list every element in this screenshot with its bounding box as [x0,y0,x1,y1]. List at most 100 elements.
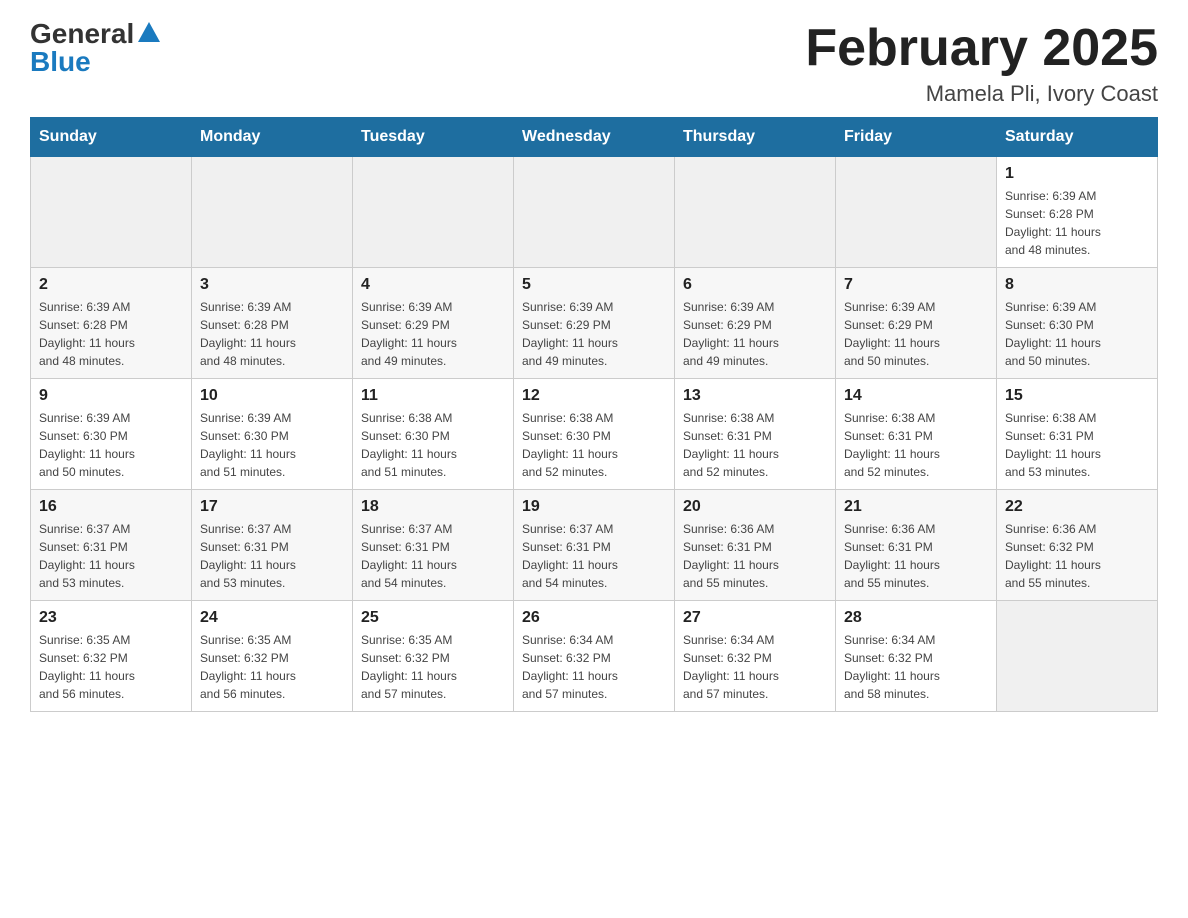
day-detail: Sunrise: 6:39 AMSunset: 6:30 PMDaylight:… [200,409,344,481]
calendar-cell: 26 Sunrise: 6:34 AMSunset: 6:32 PMDayligh… [514,601,675,712]
header-wednesday: Wednesday [514,118,675,157]
day-number: 7 [844,276,988,294]
day-detail: Sunrise: 6:35 AMSunset: 6:32 PMDaylight:… [200,631,344,703]
calendar-cell: 16 Sunrise: 6:37 AMSunset: 6:31 PMDayligh… [31,490,192,601]
day-detail: Sunrise: 6:34 AMSunset: 6:32 PMDaylight:… [844,631,988,703]
calendar-cell: 2 Sunrise: 6:39 AMSunset: 6:28 PMDaylight… [31,268,192,379]
day-detail: Sunrise: 6:39 AMSunset: 6:29 PMDaylight:… [361,298,505,370]
logo-triangle-icon [138,22,160,42]
calendar-cell: 3Sunrise: 6:39 AMSunset: 6:28 PMDaylight… [192,268,353,379]
calendar-cell: 8 Sunrise: 6:39 AMSunset: 6:30 PMDaylight… [997,268,1158,379]
day-detail: Sunrise: 6:34 AMSunset: 6:32 PMDaylight:… [522,631,666,703]
calendar-cell [192,157,353,268]
day-detail: Sunrise: 6:36 AMSunset: 6:31 PMDaylight:… [683,520,827,592]
calendar-cell: 10 Sunrise: 6:39 AMSunset: 6:30 PMDayligh… [192,379,353,490]
day-detail: Sunrise: 6:39 AMSunset: 6:30 PMDaylight:… [1005,298,1149,370]
day-number: 11 [361,387,505,405]
day-number: 12 [522,387,666,405]
day-number: 6 [683,276,827,294]
day-number: 5 [522,276,666,294]
calendar-cell: 19Sunrise: 6:37 AMSunset: 6:31 PMDayligh… [514,490,675,601]
calendar-cell [31,157,192,268]
day-detail: Sunrise: 6:38 AMSunset: 6:30 PMDaylight:… [361,409,505,481]
calendar-cell: 22 Sunrise: 6:36 AMSunset: 6:32 PMDayligh… [997,490,1158,601]
calendar-cell [675,157,836,268]
day-detail: Sunrise: 6:38 AMSunset: 6:31 PMDaylight:… [683,409,827,481]
day-number: 22 [1005,498,1149,516]
day-number: 1 [1005,165,1149,183]
calendar-week-0: 1 Sunrise: 6:39 AMSunset: 6:28 PMDaylight… [31,157,1158,268]
calendar-cell [836,157,997,268]
calendar-week-3: 16 Sunrise: 6:37 AMSunset: 6:31 PMDayligh… [31,490,1158,601]
calendar-header: Sunday Monday Tuesday Wednesday Thursday… [31,118,1158,157]
calendar-cell: 23 Sunrise: 6:35 AMSunset: 6:32 PMDayligh… [31,601,192,712]
day-number: 25 [361,609,505,627]
day-detail: Sunrise: 6:34 AMSunset: 6:32 PMDaylight:… [683,631,827,703]
calendar-cell [514,157,675,268]
calendar-cell: 27Sunrise: 6:34 AMSunset: 6:32 PMDayligh… [675,601,836,712]
day-detail: Sunrise: 6:37 AMSunset: 6:31 PMDaylight:… [522,520,666,592]
calendar-cell: 15Sunrise: 6:38 AMSunset: 6:31 PMDayligh… [997,379,1158,490]
day-detail: Sunrise: 6:37 AMSunset: 6:31 PMDaylight:… [200,520,344,592]
logo-blue-text: Blue [30,48,91,76]
calendar-cell: 28 Sunrise: 6:34 AMSunset: 6:32 PMDayligh… [836,601,997,712]
day-detail: Sunrise: 6:39 AMSunset: 6:29 PMDaylight:… [683,298,827,370]
month-title: February 2025 [805,20,1158,77]
day-detail: Sunrise: 6:38 AMSunset: 6:30 PMDaylight:… [522,409,666,481]
day-number: 28 [844,609,988,627]
calendar-cell: 20 Sunrise: 6:36 AMSunset: 6:31 PMDayligh… [675,490,836,601]
day-number: 9 [39,387,183,405]
calendar-cell: 21Sunrise: 6:36 AMSunset: 6:31 PMDayligh… [836,490,997,601]
header-saturday: Saturday [997,118,1158,157]
day-detail: Sunrise: 6:36 AMSunset: 6:32 PMDaylight:… [1005,520,1149,592]
logo-general-text: General [30,20,134,48]
day-detail: Sunrise: 6:39 AMSunset: 6:30 PMDaylight:… [39,409,183,481]
day-number: 16 [39,498,183,516]
calendar-cell: 1 Sunrise: 6:39 AMSunset: 6:28 PMDaylight… [997,157,1158,268]
day-detail: Sunrise: 6:38 AMSunset: 6:31 PMDaylight:… [1005,409,1149,481]
day-number: 17 [200,498,344,516]
day-number: 14 [844,387,988,405]
calendar-cell: 9 Sunrise: 6:39 AMSunset: 6:30 PMDaylight… [31,379,192,490]
header-monday: Monday [192,118,353,157]
day-number: 10 [200,387,344,405]
calendar-cell: 5 Sunrise: 6:39 AMSunset: 6:29 PMDaylight… [514,268,675,379]
page-header: General Blue February 2025 Mamela Pli, I… [30,20,1158,107]
calendar-cell: 17 Sunrise: 6:37 AMSunset: 6:31 PMDayligh… [192,490,353,601]
day-detail: Sunrise: 6:39 AMSunset: 6:28 PMDaylight:… [200,298,344,370]
calendar-week-1: 2 Sunrise: 6:39 AMSunset: 6:28 PMDaylight… [31,268,1158,379]
header-friday: Friday [836,118,997,157]
calendar-cell: 25Sunrise: 6:35 AMSunset: 6:32 PMDayligh… [353,601,514,712]
calendar-cell: 13 Sunrise: 6:38 AMSunset: 6:31 PMDayligh… [675,379,836,490]
day-number: 13 [683,387,827,405]
day-number: 18 [361,498,505,516]
day-detail: Sunrise: 6:37 AMSunset: 6:31 PMDaylight:… [39,520,183,592]
day-number: 2 [39,276,183,294]
day-detail: Sunrise: 6:37 AMSunset: 6:31 PMDaylight:… [361,520,505,592]
calendar-cell: 18 Sunrise: 6:37 AMSunset: 6:31 PMDayligh… [353,490,514,601]
day-number: 23 [39,609,183,627]
day-number: 26 [522,609,666,627]
day-number: 8 [1005,276,1149,294]
title-section: February 2025 Mamela Pli, Ivory Coast [805,20,1158,107]
day-number: 21 [844,498,988,516]
calendar-week-2: 9 Sunrise: 6:39 AMSunset: 6:30 PMDaylight… [31,379,1158,490]
calendar-week-4: 23 Sunrise: 6:35 AMSunset: 6:32 PMDayligh… [31,601,1158,712]
calendar-table: Sunday Monday Tuesday Wednesday Thursday… [30,117,1158,712]
header-tuesday: Tuesday [353,118,514,157]
calendar-cell: 14Sunrise: 6:38 AMSunset: 6:31 PMDayligh… [836,379,997,490]
day-detail: Sunrise: 6:39 AMSunset: 6:28 PMDaylight:… [1005,187,1149,259]
calendar-cell [997,601,1158,712]
day-number: 20 [683,498,827,516]
day-number: 4 [361,276,505,294]
location: Mamela Pli, Ivory Coast [805,81,1158,107]
calendar-cell: 6 Sunrise: 6:39 AMSunset: 6:29 PMDaylight… [675,268,836,379]
calendar-cell: 24 Sunrise: 6:35 AMSunset: 6:32 PMDayligh… [192,601,353,712]
day-detail: Sunrise: 6:35 AMSunset: 6:32 PMDaylight:… [39,631,183,703]
day-detail: Sunrise: 6:39 AMSunset: 6:28 PMDaylight:… [39,298,183,370]
calendar-body: 1 Sunrise: 6:39 AMSunset: 6:28 PMDaylight… [31,157,1158,712]
day-detail: Sunrise: 6:39 AMSunset: 6:29 PMDaylight:… [844,298,988,370]
logo: General Blue [30,20,160,76]
day-number: 24 [200,609,344,627]
day-detail: Sunrise: 6:39 AMSunset: 6:29 PMDaylight:… [522,298,666,370]
